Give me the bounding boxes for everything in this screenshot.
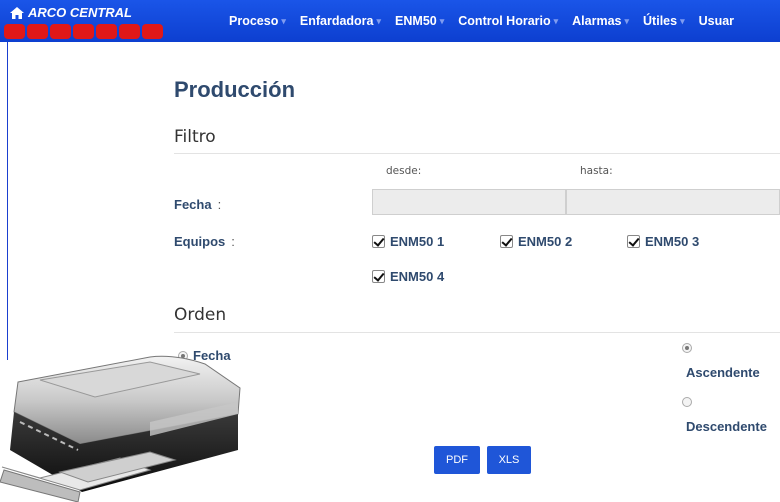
nav-usuarios[interactable]: Usuar xyxy=(699,14,734,28)
checkbox-enm50-3[interactable]: ENM50 3 xyxy=(627,234,699,249)
checkbox-checked-icon xyxy=(372,235,385,248)
checkbox-enm50-2[interactable]: ENM50 2 xyxy=(500,234,572,249)
home-icon xyxy=(10,6,24,19)
radio-descendente[interactable] xyxy=(682,397,692,407)
nav-utiles[interactable]: Útiles ▾ xyxy=(643,14,685,28)
equipos-label: Equipos: xyxy=(174,234,235,249)
caret-down-icon: ▾ xyxy=(624,15,630,26)
nav-alarmas[interactable]: Alarmas ▾ xyxy=(572,14,629,28)
nav-enm50[interactable]: ENM50 ▾ xyxy=(395,14,444,28)
caret-down-icon: ▾ xyxy=(281,15,286,26)
page-title: Producción xyxy=(174,77,296,102)
descendente-label: Descendente xyxy=(686,419,767,434)
checkbox-checked-icon xyxy=(500,235,513,248)
checkbox-enm50-4[interactable]: ENM50 4 xyxy=(372,269,444,284)
brand[interactable]: ARCO CENTRAL xyxy=(10,5,132,20)
hasta-label: hasta: xyxy=(580,165,613,177)
caret-down-icon: ▾ xyxy=(680,15,685,26)
top-navbar: ARCO CENTRAL Proceso ▾ Enfardadora ▾ ENM50… xyxy=(0,0,780,42)
left-border xyxy=(7,42,8,360)
ascendente-label: Ascendente xyxy=(686,365,760,380)
brand-title: ARCO CENTRAL xyxy=(28,5,132,20)
caret-down-icon: ▾ xyxy=(553,15,559,26)
desde-date-input[interactable] xyxy=(372,189,566,215)
fecha-label: Fecha: xyxy=(174,197,222,212)
pdf-button[interactable]: PDF xyxy=(434,446,480,474)
checkbox-enm50-1[interactable]: ENM50 1 xyxy=(372,234,444,249)
checkbox-checked-icon xyxy=(627,235,640,248)
caret-down-icon: ▾ xyxy=(439,15,445,26)
nav-proceso[interactable]: Proceso ▾ xyxy=(229,14,286,28)
brand-logo-blocks xyxy=(4,24,163,39)
radio-ascendente[interactable] xyxy=(682,343,692,353)
divider xyxy=(174,332,780,333)
desde-label: desde: xyxy=(386,165,422,177)
checkbox-checked-icon xyxy=(372,270,385,283)
main-nav: Proceso ▾ Enfardadora ▾ ENM50 ▾ Control Hor… xyxy=(229,14,748,28)
xls-button[interactable]: XLS xyxy=(487,446,531,474)
order-section-title: Orden xyxy=(174,305,227,325)
nav-control-horario[interactable]: Control Horario ▾ xyxy=(458,14,558,28)
caret-down-icon: ▾ xyxy=(376,15,382,26)
hasta-date-input[interactable] xyxy=(566,189,780,215)
filter-section-title: Filtro xyxy=(174,127,216,147)
printer-icon xyxy=(0,355,241,502)
nav-enfardadora[interactable]: Enfardadora ▾ xyxy=(300,14,381,28)
divider xyxy=(174,153,780,154)
